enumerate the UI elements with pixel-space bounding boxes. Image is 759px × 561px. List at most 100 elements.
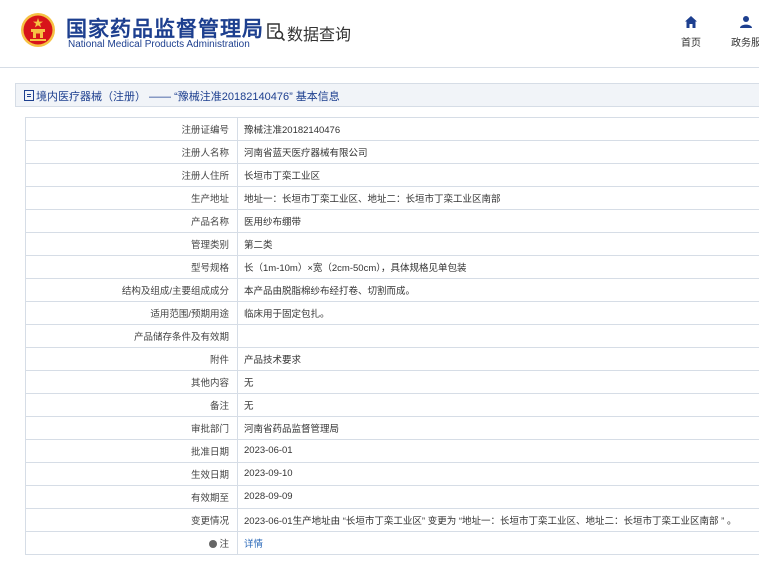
table-row: 注册人住所 长垣市丁栾工业区: [25, 163, 759, 187]
field-label: 型号规格: [190, 262, 229, 274]
details-link[interactable]: 详情: [244, 539, 263, 550]
field-value-cell: 临床用于固定包扎。: [237, 301, 759, 325]
field-label: 管理类别: [190, 239, 229, 251]
field-label: 适用范围/预期用途: [150, 308, 229, 320]
field-value: 本产品由脱脂棉纱布经打卷、切割而成。: [244, 285, 416, 297]
nav-home[interactable]: 首页: [676, 15, 706, 49]
table-row: 适用范围/预期用途 临床用于固定包扎。: [25, 301, 759, 325]
field-value: 地址一：长垣市丁栾工业区、地址二：长垣市丁栾工业区南部: [244, 193, 501, 205]
field-value-cell: 无: [237, 370, 759, 394]
field-value: 2028-09-09: [244, 491, 293, 502]
field-label-cell: 注册证编号: [25, 118, 238, 141]
field-label-cell: 生产地址: [25, 186, 238, 210]
data-query-icon: [267, 23, 286, 42]
field-value: 无: [244, 400, 254, 412]
table-row: 审批部门 河南省药品监督管理局: [25, 416, 759, 440]
field-label: 结构及组成/主要组成成分: [121, 285, 229, 297]
field-value: 豫械注准20182140476: [244, 124, 341, 136]
field-label: 注: [219, 538, 229, 550]
page-title: 数据查询: [287, 27, 352, 44]
field-value: 临床用于固定包扎。: [244, 308, 330, 320]
field-value-cell: 产品技术要求: [237, 347, 759, 371]
field-value-cell: [237, 324, 759, 348]
site-header: 国家药品监督管理局 National Medical Products Admi…: [0, 0, 759, 68]
breadcrumb: 境内医疗器械（注册） —— “豫械注准20182140476” 基本信息: [15, 83, 759, 107]
field-value: 产品技术要求: [244, 354, 302, 366]
field-label-cell: 生效日期: [25, 462, 238, 486]
field-label: 有效期至: [190, 492, 229, 504]
table-row: 结构及组成/主要组成成分 本产品由脱脂棉纱布经打卷、切割而成。: [25, 278, 759, 302]
field-label-cell: 注: [25, 531, 238, 555]
field-value: 第二类: [244, 239, 273, 251]
table-row: 有效期至 2028-09-09: [25, 485, 759, 509]
field-value-cell: 医用纱布绷带: [237, 209, 759, 233]
field-value: 2023-06-01: [244, 445, 293, 456]
field-value: 河南省蓝天医疗器械有限公司: [244, 147, 368, 159]
field-value-cell: 2023-06-01生产地址由 “长垣市丁栾工业区” 变更为 “地址一：长垣市丁…: [237, 508, 759, 532]
table-row: 注册证编号 豫械注准20182140476: [25, 118, 759, 141]
detail-table: 注册证编号 豫械注准20182140476 注册人名称 河南省蓝天医疗器械有限公司 注册…: [25, 117, 759, 555]
field-value-cell: 2028-09-09: [237, 485, 759, 509]
field-label-cell: 有效期至: [25, 485, 238, 509]
field-value: 医用纱布绷带: [244, 216, 302, 228]
field-label-cell: 管理类别: [25, 232, 238, 256]
field-value: 无: [244, 377, 254, 389]
field-value: 2023-09-10: [244, 468, 293, 479]
field-label: 产品储存条件及有效期: [133, 331, 229, 343]
field-label-cell: 其他内容: [25, 370, 238, 394]
field-label: 注册证编号: [181, 124, 229, 136]
site-name-en[interactable]: National Medical Products Administration: [68, 39, 250, 50]
nav-gov-label: 政务服: [731, 38, 759, 49]
table-row: 其他内容 无: [25, 370, 759, 394]
national-emblem-icon: [21, 13, 55, 47]
table-row: 型号规格 长（1m-10m）×宽（2cm-50cm），具体规格见单包装: [25, 255, 759, 279]
field-label-cell: 产品名称: [25, 209, 238, 233]
field-label-cell: 产品储存条件及有效期: [25, 324, 238, 348]
field-label: 生效日期: [190, 469, 229, 481]
field-label: 其他内容: [190, 377, 229, 389]
field-label-cell: 型号规格: [25, 255, 238, 279]
field-label-cell: 变更情况: [25, 508, 238, 532]
table-row: 注册人名称 河南省蓝天医疗器械有限公司: [25, 140, 759, 164]
field-value-cell: 长垣市丁栾工业区: [237, 163, 759, 187]
field-label: 审批部门: [190, 423, 229, 435]
user-icon: [740, 16, 752, 28]
field-label: 生产地址: [190, 193, 229, 205]
document-icon: [24, 90, 34, 101]
table-row: 批准日期 2023-06-01: [25, 439, 759, 463]
field-value: 长（1m-10m）×宽（2cm-50cm），具体规格见单包装: [244, 262, 467, 274]
field-label: 注册人名称: [181, 147, 229, 159]
field-label-cell: 注册人名称: [25, 140, 238, 164]
field-value-cell: 地址一：长垣市丁栾工业区、地址二：长垣市丁栾工业区南部: [237, 186, 759, 210]
home-icon: [685, 16, 697, 28]
field-label: 备注: [209, 400, 229, 412]
field-value: 长垣市丁栾工业区: [244, 170, 321, 182]
field-label-cell: 批准日期: [25, 439, 238, 463]
field-label-cell: 附件: [25, 347, 238, 371]
field-value-cell: 豫械注准20182140476: [237, 118, 759, 141]
table-row: 管理类别 第二类: [25, 232, 759, 256]
field-value-cell: 本产品由脱脂棉纱布经打卷、切割而成。: [237, 278, 759, 302]
field-value-cell: 河南省蓝天医疗器械有限公司: [237, 140, 759, 164]
info-icon: [209, 539, 218, 548]
field-label: 附件: [209, 354, 229, 366]
field-value-cell: 2023-09-10: [237, 462, 759, 486]
field-value-cell: 2023-06-01: [237, 439, 759, 463]
field-label-cell: 结构及组成/主要组成成分: [25, 278, 238, 302]
field-value-cell: 详情: [237, 531, 759, 555]
table-row: 产品名称 医用纱布绷带: [25, 209, 759, 233]
field-value: 2023-06-01生产地址由 “长垣市丁栾工业区” 变更为 “地址一：长垣市丁…: [244, 515, 737, 527]
breadcrumb-text: 境内医疗器械（注册） —— “豫械注准20182140476” 基本信息: [36, 91, 340, 103]
field-value: 河南省药品监督管理局: [244, 423, 340, 435]
field-label: 产品名称: [190, 216, 229, 228]
nav-gov-service[interactable]: 政务服: [726, 15, 759, 49]
field-label-cell: 审批部门: [25, 416, 238, 440]
table-row: 附件 产品技术要求: [25, 347, 759, 371]
table-row: 变更情况 2023-06-01生产地址由 “长垣市丁栾工业区” 变更为 “地址一：…: [25, 508, 759, 532]
field-value-cell: 河南省药品监督管理局: [237, 416, 759, 440]
field-value-cell: 无: [237, 393, 759, 417]
field-label-cell: 适用范围/预期用途: [25, 301, 238, 325]
field-label: 批准日期: [190, 446, 229, 458]
field-label-cell: 备注: [25, 393, 238, 417]
table-row: 生产地址 地址一：长垣市丁栾工业区、地址二：长垣市丁栾工业区南部: [25, 186, 759, 210]
